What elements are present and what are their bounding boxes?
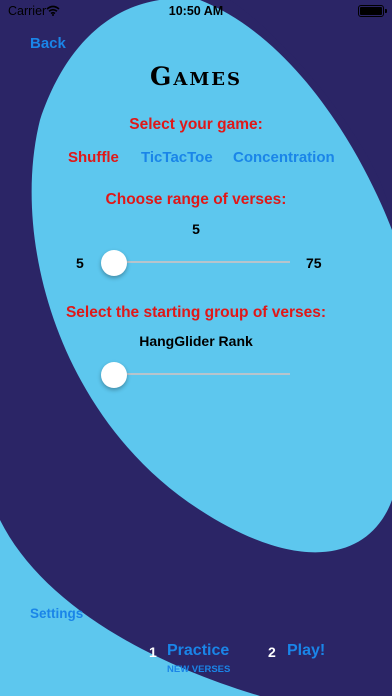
play-number: 2: [268, 644, 276, 660]
battery-icon: [358, 5, 387, 17]
range-max-label: 75: [306, 255, 322, 271]
play-button[interactable]: Play!: [287, 642, 325, 660]
status-bar: Carrier 10:50 AM: [0, 0, 392, 22]
group-prompt: Select the starting group of verses:: [65, 304, 327, 321]
group-current-label: HangGlider Rank: [139, 333, 253, 349]
status-time: 10:50 AM: [168, 4, 224, 18]
range-slider-track: [114, 261, 290, 263]
practice-subtitle: NEW VERSES: [167, 664, 231, 675]
game-prompt: Select your game:: [129, 116, 263, 133]
game-option-concentration[interactable]: Concentration: [233, 149, 335, 166]
range-slider-thumb[interactable]: [101, 250, 127, 276]
practice-number: 1: [149, 644, 157, 660]
page-title: Games: [150, 62, 242, 91]
range-prompt: Choose range of verses:: [105, 191, 287, 208]
group-slider-track: [114, 373, 290, 375]
group-slider[interactable]: [101, 362, 290, 388]
range-current-value: 5: [192, 221, 200, 237]
range-slider[interactable]: [101, 250, 290, 276]
game-option-tictactoe[interactable]: TicTacToe: [141, 149, 213, 166]
back-button[interactable]: Back: [30, 35, 66, 52]
practice-button[interactable]: Practice: [167, 642, 229, 660]
game-option-shuffle[interactable]: Shuffle: [68, 149, 119, 166]
range-min-label: 5: [76, 255, 84, 271]
settings-button[interactable]: Settings: [30, 606, 83, 621]
group-slider-thumb[interactable]: [101, 362, 127, 388]
